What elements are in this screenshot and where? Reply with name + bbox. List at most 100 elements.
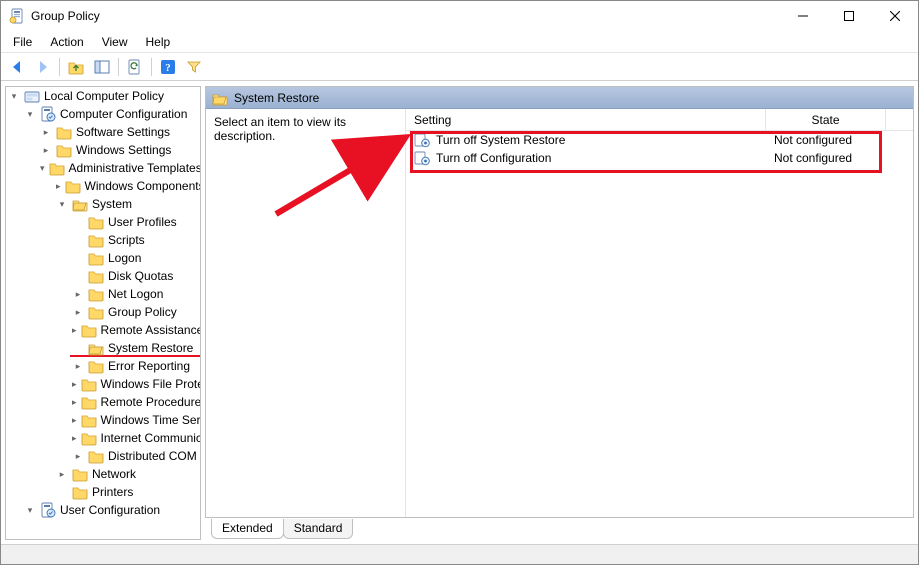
- column-setting[interactable]: Setting: [406, 109, 766, 130]
- tree-system-child[interactable]: ▸ Internet Communication Management: [70, 429, 200, 447]
- menu-file[interactable]: File: [5, 33, 40, 51]
- chevron-right-icon[interactable]: ▸: [72, 306, 84, 318]
- chevron-right-icon[interactable]: ▸: [72, 414, 77, 426]
- chevron-right-icon[interactable]: ▸: [72, 378, 77, 390]
- tab-standard[interactable]: Standard: [283, 519, 354, 539]
- tree-item-label: Logon: [108, 251, 141, 265]
- right-pane: System Restore Select an item to view it…: [205, 86, 914, 540]
- chevron-right-icon[interactable]: ▸: [72, 288, 84, 300]
- tree-system-child[interactable]: ▸Error Reporting: [70, 357, 200, 375]
- setting-icon: [414, 150, 430, 166]
- tree-item-label: User Profiles: [108, 215, 177, 229]
- chevron-down-icon[interactable]: ▾: [40, 162, 45, 174]
- tree-item-label: Disk Quotas: [108, 269, 173, 283]
- help-button[interactable]: [156, 56, 180, 78]
- toolbar: [1, 53, 918, 81]
- chevron-right-icon[interactable]: ▸: [40, 126, 52, 138]
- tree-system-child[interactable]: ▸ Distributed COM: [70, 447, 200, 465]
- chevron-down-icon[interactable]: ▾: [56, 198, 68, 210]
- folder-icon: [81, 394, 97, 410]
- tree-root[interactable]: ▾ Local Computer Policy ▾ Computer Confi…: [6, 87, 200, 519]
- tree-system-child[interactable]: User Profiles: [70, 213, 200, 231]
- tree-item-label: Windows File Protection: [101, 377, 201, 391]
- tree-system-child[interactable]: ▸Group Policy: [70, 303, 200, 321]
- minimize-button[interactable]: [780, 1, 826, 31]
- folder-icon: [88, 358, 104, 374]
- column-state[interactable]: State: [766, 109, 886, 130]
- folder-icon: [81, 412, 97, 428]
- folder-icon: [88, 286, 104, 302]
- tree-system-child[interactable]: Scripts: [70, 231, 200, 249]
- chevron-right-icon[interactable]: ▸: [56, 468, 68, 480]
- cell-setting: Turn off System Restore: [406, 132, 766, 148]
- tree-network[interactable]: ▸ Network: [54, 465, 200, 483]
- forward-button[interactable]: [31, 56, 55, 78]
- tree-system-child[interactable]: ▸Remote Assistance: [70, 321, 200, 339]
- tree-system-child[interactable]: Disk Quotas: [70, 267, 200, 285]
- tree-item-label: Scripts: [108, 233, 145, 247]
- tree-item-label: Remote Procedure Call: [101, 395, 201, 409]
- folder-icon: [40, 502, 56, 518]
- detail-header-label: System Restore: [234, 91, 319, 105]
- tree-printers[interactable]: Printers: [54, 483, 200, 501]
- tree-item-label: Net Logon: [108, 287, 163, 301]
- filter-button[interactable]: [182, 56, 206, 78]
- tree-windows-components[interactable]: ▸ Windows Components: [54, 177, 200, 195]
- tree-item-label: System Restore: [108, 341, 193, 355]
- close-button[interactable]: [872, 1, 918, 31]
- list-row[interactable]: Turn off ConfigurationNot configured: [406, 149, 913, 167]
- tree-user-configuration[interactable]: ▾ User Configuration: [22, 501, 200, 519]
- list-rows[interactable]: Turn off System RestoreNot configuredTur…: [406, 131, 913, 517]
- chevron-down-icon[interactable]: ▾: [8, 90, 20, 102]
- tree-computer-configuration[interactable]: ▾ Computer Configuration ▸ Software Sett: [22, 105, 200, 501]
- show-hide-tree-button[interactable]: [90, 56, 114, 78]
- back-button[interactable]: [5, 56, 29, 78]
- settings-list: Setting State Turn off System RestoreNot…: [406, 109, 913, 517]
- chevron-down-icon[interactable]: ▾: [24, 504, 36, 516]
- tree-system[interactable]: ▾ System User ProfilesScriptsLogonDisk Q…: [54, 195, 200, 465]
- up-one-level-button[interactable]: [64, 56, 88, 78]
- chevron-right-icon[interactable]: ▸: [72, 396, 77, 408]
- folder-open-icon: [212, 90, 228, 106]
- tree-pane[interactable]: ▾ Local Computer Policy ▾ Computer Confi…: [5, 86, 201, 540]
- tree-system-child[interactable]: ▸ Windows File Protection: [70, 375, 200, 393]
- tree-windows-settings[interactable]: ▸ Windows Settings: [38, 141, 200, 159]
- chevron-right-icon[interactable]: ▸: [72, 450, 84, 462]
- menu-action[interactable]: Action: [42, 33, 91, 51]
- chevron-right-icon[interactable]: ▸: [72, 360, 84, 372]
- tree-system-child[interactable]: ▸Windows Time Service: [70, 411, 200, 429]
- tab-extended[interactable]: Extended: [211, 519, 284, 539]
- cell-state: Not configured: [766, 151, 886, 165]
- folder-icon: [88, 448, 104, 464]
- menu-view[interactable]: View: [94, 33, 136, 51]
- list-header[interactable]: Setting State: [406, 109, 913, 131]
- menubar: File Action View Help: [1, 31, 918, 53]
- folder-icon: [56, 124, 72, 140]
- tree-item-label: Distributed COM: [108, 449, 197, 463]
- tree-administrative-templates[interactable]: ▾ Administrative Templates ▸: [38, 159, 200, 501]
- folder-icon: [88, 268, 104, 284]
- folder-icon: [72, 484, 88, 500]
- tree-system-child[interactable]: ▸ Net Logon: [70, 285, 200, 303]
- tree-system-child[interactable]: ▸ Remote Procedure Call: [70, 393, 200, 411]
- folder-icon: [81, 430, 97, 446]
- list-row[interactable]: Turn off System RestoreNot configured: [406, 131, 913, 149]
- description-column: Select an item to view its description.: [206, 109, 406, 517]
- refresh-button[interactable]: [123, 56, 147, 78]
- folder-icon: [88, 250, 104, 266]
- setting-icon: [414, 132, 430, 148]
- folder-icon: [81, 322, 97, 338]
- folder-icon: [56, 142, 72, 158]
- tree-system-child[interactable]: System Restore: [70, 339, 200, 357]
- chevron-down-icon[interactable]: ▾: [24, 108, 36, 120]
- chevron-right-icon[interactable]: ▸: [72, 432, 77, 444]
- maximize-button[interactable]: [826, 1, 872, 31]
- chevron-right-icon[interactable]: ▸: [72, 324, 77, 336]
- chevron-right-icon[interactable]: ▸: [56, 180, 61, 192]
- tree-software-settings[interactable]: ▸ Software Settings: [38, 123, 200, 141]
- tree-system-child[interactable]: Logon: [70, 249, 200, 267]
- folder-icon: [88, 304, 104, 320]
- tree-item-label: Internet Communication Management: [101, 431, 201, 445]
- menu-help[interactable]: Help: [138, 33, 179, 51]
- chevron-right-icon[interactable]: ▸: [40, 144, 52, 156]
